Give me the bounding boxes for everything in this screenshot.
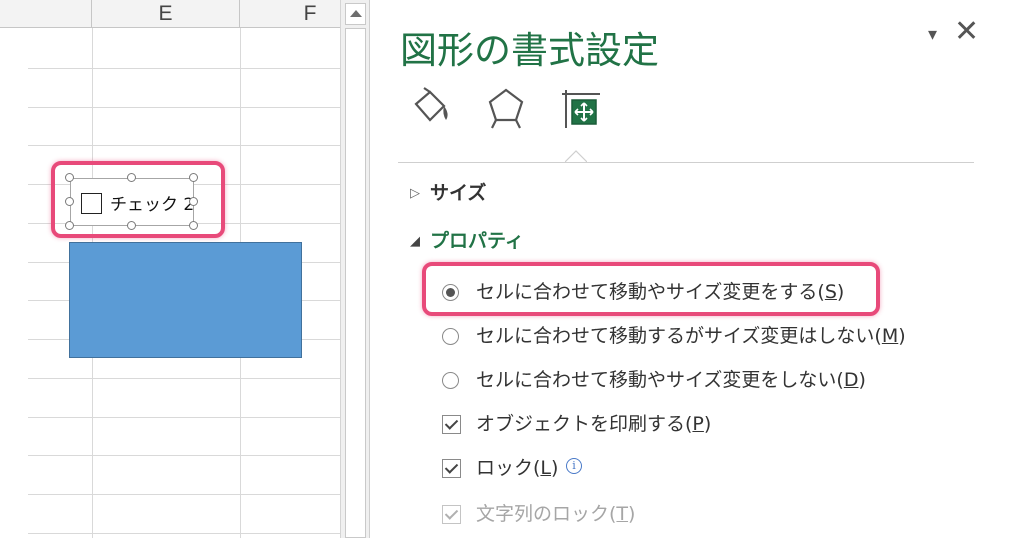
gridline-horizontal <box>28 145 340 146</box>
effects-icon[interactable] <box>482 84 530 132</box>
gridline-horizontal <box>28 107 340 108</box>
pane-title: 図形の書式設定 <box>400 29 659 72</box>
expanded-arrow-icon: ◢ <box>410 234 420 249</box>
info-icon[interactable]: i <box>566 458 582 474</box>
gridline-horizontal <box>28 533 340 534</box>
checkbox-checked[interactable] <box>442 459 461 478</box>
gridline-horizontal <box>28 455 340 456</box>
option-label: 文字列のロック(T) <box>476 503 636 525</box>
gridline-horizontal <box>28 68 340 69</box>
scroll-up-arrow-icon[interactable] <box>345 3 366 25</box>
section-properties[interactable]: ◢ プロパティ <box>410 226 524 253</box>
collapsed-arrow-icon: ▷ <box>410 186 420 201</box>
option-label: セルに合わせて移動するがサイズ変更はしない(M) <box>476 325 906 347</box>
gridline-horizontal <box>28 378 340 379</box>
section-size[interactable]: ▷ サイズ <box>410 178 486 205</box>
active-tab-indicator <box>565 150 587 163</box>
option-label: ロック(L) <box>476 457 559 479</box>
checkbox-checked[interactable] <box>442 415 461 434</box>
vertical-scrollbar[interactable] <box>340 0 370 538</box>
column-header-e[interactable]: E <box>92 0 240 28</box>
format-shape-pane: 図形の書式設定 ▾ ✕ ▷ サイズ ◢ プロパティ セルに合わせて移動やサイズ変… <box>372 0 1024 538</box>
option-label: セルに合わせて移動やサイズ変更をしない(D) <box>476 369 866 391</box>
gridline-horizontal <box>28 494 340 495</box>
section-size-label: サイズ <box>430 182 487 204</box>
close-icon[interactable]: ✕ <box>954 14 979 49</box>
pane-options-dropdown-icon[interactable]: ▾ <box>928 24 937 45</box>
tab-divider <box>398 162 974 163</box>
spreadsheet-grid[interactable]: E F チェック 2 <box>0 0 340 538</box>
radio-button[interactable] <box>442 328 459 345</box>
column-header-f[interactable]: F <box>240 0 340 28</box>
option-label: オブジェクトを印刷する(P) <box>476 413 712 435</box>
column-header-row: E F <box>0 0 340 28</box>
radio-button[interactable] <box>442 372 459 389</box>
rectangle-shape[interactable] <box>69 242 302 358</box>
gridline-horizontal <box>28 417 340 418</box>
column-header-d[interactable] <box>0 0 92 28</box>
checkbox-highlight-annotation <box>51 161 225 238</box>
checkbox-checked-disabled <box>442 505 461 524</box>
scrollbar-thumb[interactable] <box>345 28 366 538</box>
fill-line-icon[interactable] <box>408 84 456 132</box>
option-highlight-annotation <box>422 262 880 316</box>
section-properties-label: プロパティ <box>430 230 524 252</box>
size-properties-icon[interactable] <box>556 84 604 132</box>
